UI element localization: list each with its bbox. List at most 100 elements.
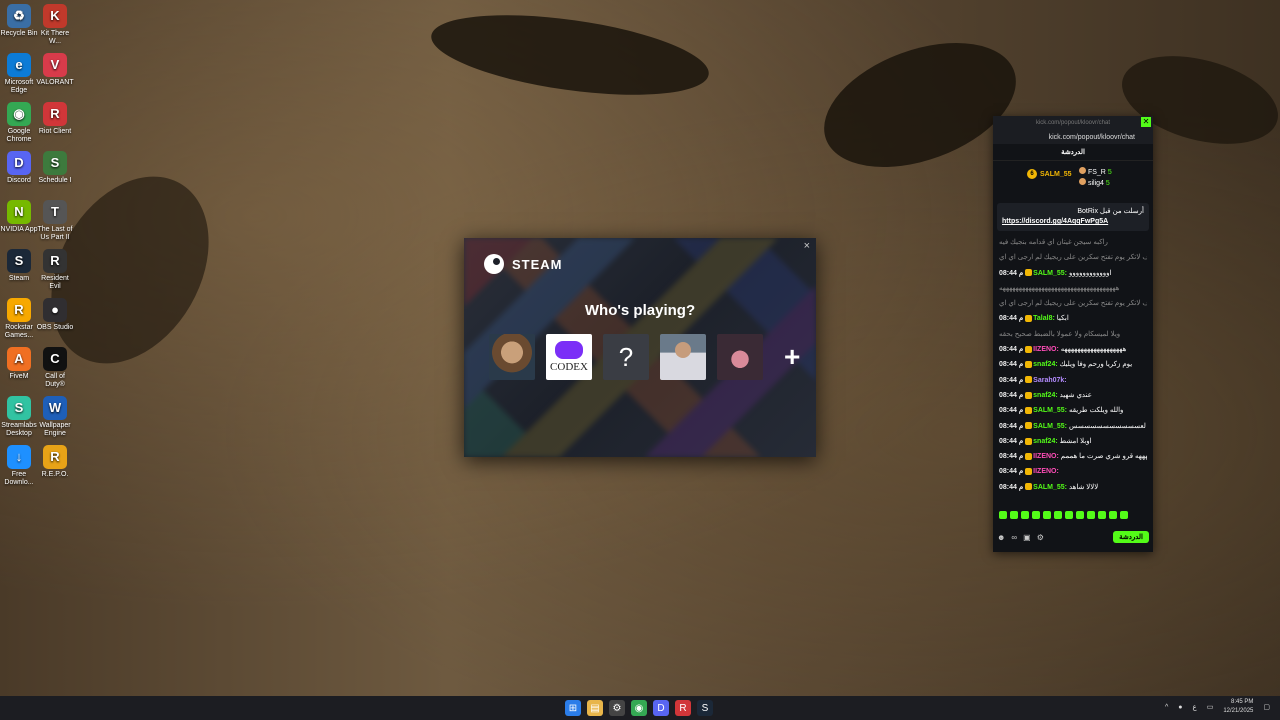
emote-icon[interactable] bbox=[1065, 511, 1073, 519]
gift-icon[interactable]: ▣ bbox=[1023, 533, 1031, 542]
profile-avatar-unknown[interactable]: ? bbox=[603, 334, 649, 380]
steam-icon bbox=[484, 254, 504, 274]
emote-icon[interactable] bbox=[1054, 511, 1062, 519]
desktop-icon[interactable]: R Rockstar Games... bbox=[0, 298, 38, 340]
message-username[interactable]: snaf24: bbox=[1033, 392, 1059, 399]
message-username[interactable]: SALM_55: bbox=[1033, 423, 1069, 430]
emote-icon[interactable] bbox=[1021, 511, 1029, 519]
message-username[interactable]: IIZENO: bbox=[1033, 468, 1059, 475]
chat-input-row: ☻ ∞ ▣ ⚙ الدردشة bbox=[997, 528, 1149, 546]
desktop-icon[interactable]: R Riot Client bbox=[36, 102, 74, 136]
kick-title-bar[interactable]: kick.com/popout/kloovr/chat ✕ bbox=[993, 116, 1153, 130]
desktop-icon[interactable]: V VALORANT bbox=[36, 53, 74, 87]
notification-icon[interactable]: ▢ bbox=[1263, 703, 1270, 711]
profile-avatar-1[interactable] bbox=[489, 334, 535, 380]
app-icon: S bbox=[7, 396, 31, 420]
emote-bar[interactable] bbox=[999, 511, 1128, 519]
desktop-icon[interactable]: W Wallpaper Engine bbox=[36, 396, 74, 438]
profile-avatar-4[interactable] bbox=[660, 334, 706, 380]
emote-icon[interactable] bbox=[1098, 511, 1106, 519]
app-icon: T bbox=[43, 200, 67, 224]
leaderboard-second-count: 5 bbox=[1107, 169, 1112, 176]
emote-icon[interactable] bbox=[1120, 511, 1128, 519]
gear-icon[interactable]: ⚙ bbox=[1037, 533, 1044, 542]
desktop-icon-label: Riot Client bbox=[38, 128, 72, 135]
close-icon[interactable]: ✕ bbox=[1141, 117, 1151, 127]
desktop-icon[interactable]: K Kit There W... bbox=[36, 4, 74, 46]
emoji-icon[interactable]: ☻ bbox=[997, 533, 1005, 542]
desktop-icon[interactable]: S Schedule I bbox=[36, 151, 74, 185]
clock-time: 8:45 PM bbox=[1231, 699, 1254, 705]
message-username[interactable]: IIZENO: bbox=[1033, 453, 1061, 460]
badge-icon bbox=[1025, 391, 1033, 399]
leaderboard-first: 6 SALM_55 bbox=[1027, 169, 1072, 179]
desktop-icon[interactable]: S Streamlabs Desktop bbox=[0, 396, 38, 438]
microphone-icon[interactable]: ● bbox=[1178, 704, 1182, 711]
desktop-icon-label: Google Chrome bbox=[6, 128, 32, 143]
message-text: هههههه قرو شري صرت ما هممم bbox=[1060, 453, 1147, 461]
chat-message: كلوف لاتكر يوم تفتح سكرين على ريجيك لم ا… bbox=[999, 250, 1147, 265]
emote-icon[interactable] bbox=[1032, 511, 1040, 519]
chat-messages: راكبه سيجن غيتان اي قدامه بنجيك فيه كلوف … bbox=[993, 233, 1153, 497]
steam-taskbar-icon[interactable]: S bbox=[697, 700, 713, 716]
riot-icon[interactable]: R bbox=[675, 700, 691, 716]
desktop-icon[interactable]: S Steam bbox=[0, 249, 38, 283]
discord-icon[interactable]: D bbox=[653, 700, 669, 716]
desktop-icon[interactable]: D Discord bbox=[0, 151, 38, 185]
message-username[interactable]: Talal8: bbox=[1033, 315, 1057, 322]
chat-message: 08:44 م snaf24: يوم زكريا ورحم وفا ويليك bbox=[999, 357, 1147, 372]
chrome-icon[interactable]: ◉ bbox=[631, 700, 647, 716]
link-icon[interactable]: ∞ bbox=[1011, 533, 1017, 542]
message-username[interactable]: SALM_55: bbox=[1033, 270, 1069, 277]
emote-icon[interactable] bbox=[1087, 511, 1095, 519]
start-icon[interactable]: ⊞ bbox=[565, 700, 581, 716]
message-time: 08:44 م bbox=[999, 315, 1024, 323]
app-icon: C bbox=[43, 347, 67, 371]
steam-close-icon[interactable]: × bbox=[804, 240, 810, 252]
send-chat-button[interactable]: الدردشة bbox=[1113, 531, 1149, 543]
emote-icon[interactable] bbox=[999, 511, 1007, 519]
message-username[interactable]: IIZENO: bbox=[1033, 346, 1061, 353]
medal-icon bbox=[1079, 178, 1086, 185]
message-text: لالالا شاهد bbox=[1068, 483, 1099, 491]
desktop-icon[interactable]: e Microsoft Edge bbox=[0, 53, 38, 95]
desktop-icon[interactable]: ↓ Free Downlo... bbox=[0, 445, 38, 487]
language-indicator[interactable]: ع bbox=[1193, 703, 1197, 711]
message-username[interactable]: Sarah07k: bbox=[1033, 377, 1066, 384]
clock[interactable]: 8:45 PM 12/21/2025 bbox=[1223, 698, 1253, 716]
desktop-icon[interactable]: ◉ Google Chrome bbox=[0, 102, 38, 144]
message-username[interactable]: snaf24: bbox=[1033, 361, 1059, 368]
desktop-icon[interactable]: N NVIDIA App bbox=[0, 200, 38, 234]
message-time: 08:44 م bbox=[999, 346, 1024, 354]
desktop-icon-label: OBS Studio bbox=[36, 324, 74, 331]
emote-icon[interactable] bbox=[1109, 511, 1117, 519]
settings-icon[interactable]: ⚙ bbox=[609, 700, 625, 716]
message-username[interactable]: snaf24: bbox=[1033, 438, 1059, 445]
message-time: 08:44 م bbox=[999, 437, 1024, 445]
desktop-icon[interactable]: T The Last of Us Part II bbox=[36, 200, 74, 242]
file-explorer-icon[interactable]: ▤ bbox=[587, 700, 603, 716]
emote-icon[interactable] bbox=[1076, 511, 1084, 519]
emote-icon[interactable] bbox=[1010, 511, 1018, 519]
desktop-icon[interactable]: R R.E.P.O. bbox=[36, 445, 74, 479]
desktop-icon[interactable]: R Resident Evil bbox=[36, 249, 74, 291]
desktop-icon[interactable]: C Call of Duty® bbox=[36, 347, 74, 389]
profile-avatar-codex[interactable]: CODEX bbox=[546, 334, 592, 380]
pinned-message[interactable]: BotRix أرسلت من قبل https://discord.gg/4… bbox=[997, 203, 1149, 231]
add-profile-icon[interactable]: + bbox=[784, 341, 800, 373]
pinned-link[interactable]: https://discord.gg/4AqqFwPg5A bbox=[1002, 217, 1144, 227]
profile-avatar-5[interactable] bbox=[717, 334, 763, 380]
desktop-icon[interactable]: ♻ Recycle Bin bbox=[0, 4, 38, 38]
app-icon: V bbox=[43, 53, 67, 77]
desktop-icon[interactable]: A FiveM bbox=[0, 347, 38, 381]
message-time: 08:44 م bbox=[999, 269, 1024, 277]
desktop-icon[interactable]: ● OBS Studio bbox=[36, 298, 74, 332]
emote-icon[interactable] bbox=[1043, 511, 1051, 519]
chevron-up-icon[interactable]: ^ bbox=[1165, 704, 1168, 711]
wallpaper-crack bbox=[426, 0, 714, 110]
medal-icon bbox=[1079, 167, 1086, 174]
network-icon[interactable]: ▭ bbox=[1207, 703, 1214, 711]
message-username[interactable]: SALM_55: bbox=[1033, 407, 1069, 414]
steam-brand: STEAM bbox=[512, 256, 563, 272]
message-username[interactable]: SALM_55: bbox=[1033, 484, 1069, 491]
